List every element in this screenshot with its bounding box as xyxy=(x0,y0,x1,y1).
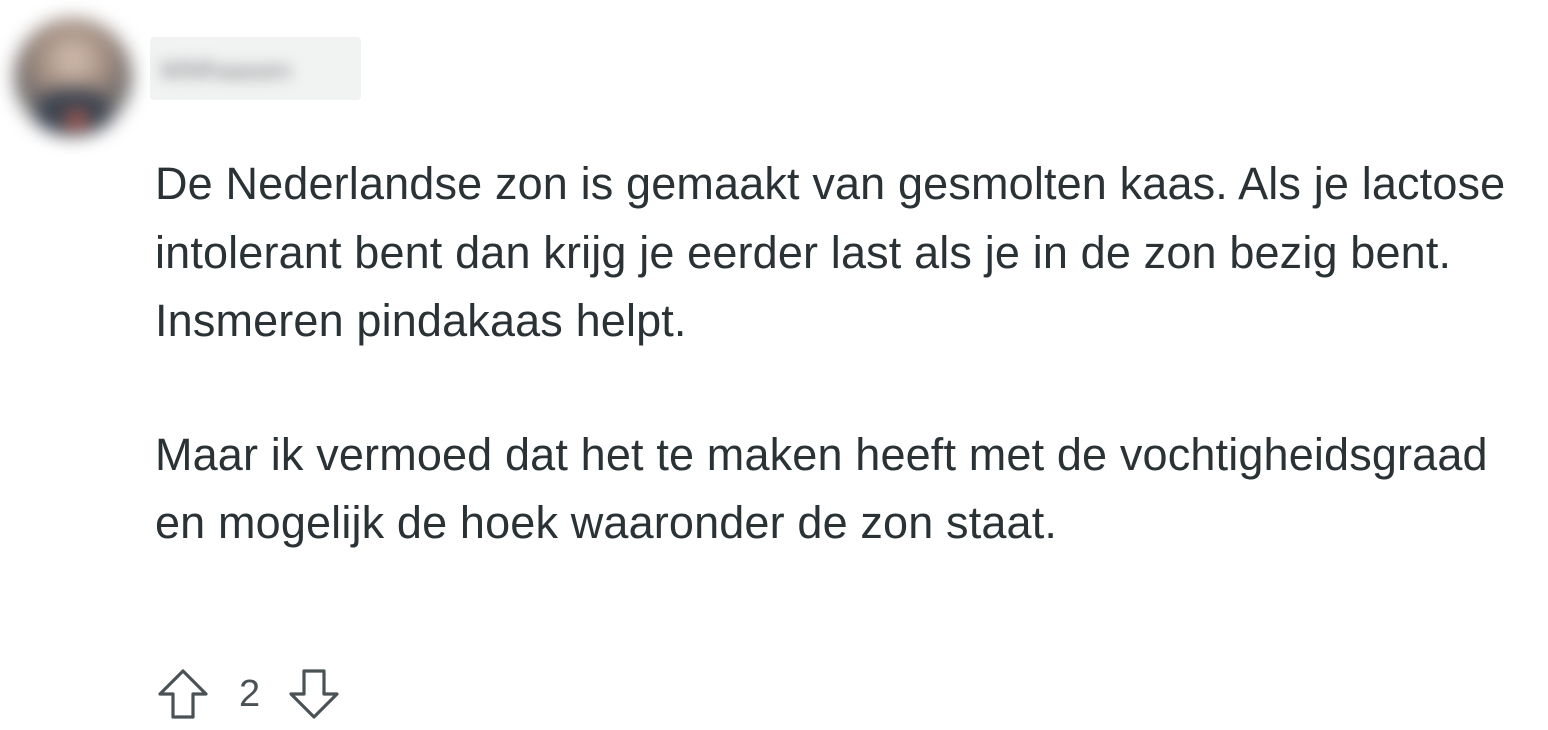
vote-bar: 2 xyxy=(155,665,342,723)
upvote-button[interactable] xyxy=(155,665,211,723)
avatar[interactable] xyxy=(14,18,132,136)
arrow-up-icon xyxy=(158,669,208,719)
avatar-accent xyxy=(66,110,88,130)
downvote-button[interactable] xyxy=(286,665,342,723)
arrow-down-icon xyxy=(289,669,339,719)
username[interactable]: WMhaasen xyxy=(160,55,292,85)
vote-score: 2 xyxy=(239,673,261,715)
comment-paragraph: De Nederlandse zon is gemaakt van gesmol… xyxy=(155,158,1506,346)
comment-body: De Nederlandse zon is gemaakt van gesmol… xyxy=(155,150,1540,558)
comment-paragraph: Maar ik vermoed dat het te maken heeft m… xyxy=(155,428,1488,549)
username-container[interactable]: WMhaasen xyxy=(150,37,361,100)
